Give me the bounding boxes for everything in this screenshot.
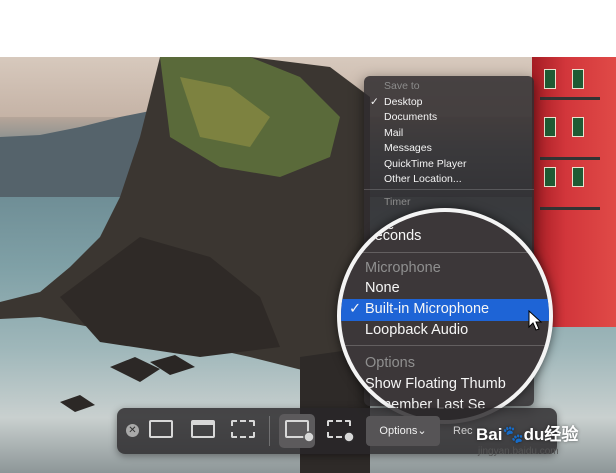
menu-separator bbox=[341, 252, 549, 253]
options-button[interactable]: Options⌄ bbox=[366, 416, 440, 446]
menu-item-documents[interactable]: Documents bbox=[364, 110, 534, 126]
chevron-down-icon: ⌄ bbox=[417, 425, 427, 437]
checkmark-icon: ✓ bbox=[370, 95, 379, 108]
menu-item-built-in-microphone[interactable]: Built-in Microphone bbox=[365, 299, 489, 320]
save-to-header: Save to bbox=[384, 80, 420, 92]
toolbar-divider bbox=[269, 416, 270, 446]
paw-icon: 🐾 bbox=[502, 425, 524, 444]
menu-item-desktop[interactable]: ✓ Desktop bbox=[364, 95, 534, 111]
magnifier-loupe: ✓ None Seconds Microphone None ✓ Built-i… bbox=[337, 208, 553, 424]
record-dot-icon bbox=[303, 431, 315, 443]
save-to-section: Save to ✓ Desktop Documents Mail Messages… bbox=[364, 79, 534, 188]
baidu-watermark: Bai🐾du经验 jingyan.baidu.com bbox=[470, 416, 610, 470]
capture-entire-screen-icon[interactable] bbox=[149, 420, 173, 438]
watermark-url: jingyan.baidu.com bbox=[478, 446, 559, 457]
checkmark-icon: ✓ bbox=[349, 301, 362, 317]
menu-item-loopback-audio[interactable]: Loopback Audio bbox=[365, 320, 468, 341]
menu-separator bbox=[341, 345, 549, 346]
options-header: Options bbox=[365, 355, 415, 371]
capture-window-icon[interactable] bbox=[191, 420, 215, 438]
checkmark-icon: ✓ bbox=[349, 218, 362, 234]
capture-selection-icon[interactable] bbox=[231, 420, 255, 438]
menu-item-show-floating-thumbnail[interactable]: Show Floating Thumb bbox=[365, 374, 506, 395]
menu-item-messages[interactable]: Messages bbox=[364, 141, 534, 157]
watermark-brand: Bai🐾du经验 bbox=[476, 425, 579, 444]
menu-item-other-location[interactable]: Other Location... bbox=[364, 172, 534, 188]
pointer-cursor-icon bbox=[528, 310, 543, 331]
menu-item-mic-none[interactable]: None bbox=[365, 278, 400, 299]
close-button[interactable]: ✕ bbox=[126, 424, 139, 437]
menu-separator bbox=[364, 189, 534, 190]
menu-item-mail[interactable]: Mail bbox=[364, 126, 534, 142]
menu-item-timer-seconds[interactable]: Seconds bbox=[365, 226, 421, 247]
microphone-header: Microphone bbox=[365, 260, 441, 276]
menu-item-quicktime-player[interactable]: QuickTime Player bbox=[364, 157, 534, 173]
record-dot-icon bbox=[343, 431, 355, 443]
